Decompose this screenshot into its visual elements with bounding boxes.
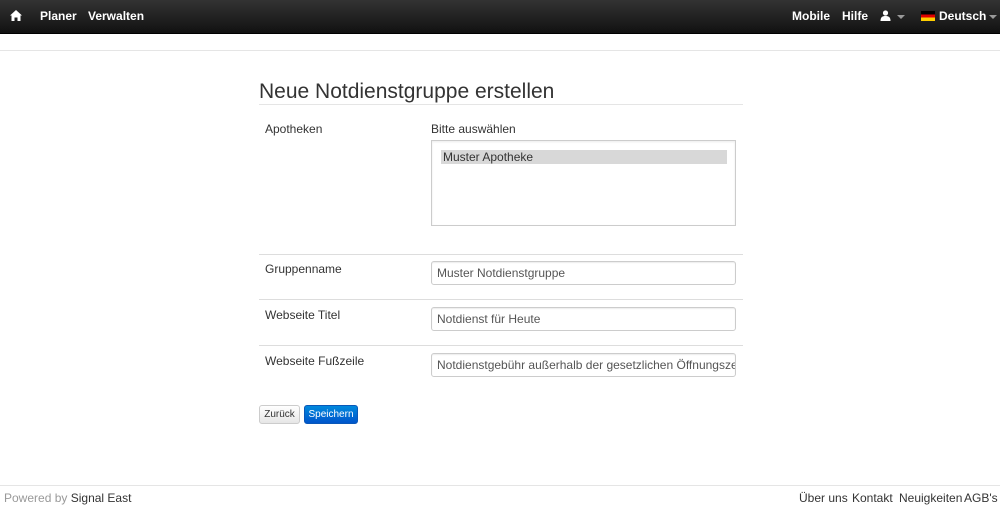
powered-by: Powered by Signal East bbox=[4, 491, 131, 505]
footer-link-contact[interactable]: Kontakt bbox=[852, 491, 893, 505]
header-divider bbox=[0, 50, 1000, 51]
page-title: Neue Notdienstgruppe erstellen bbox=[259, 80, 555, 103]
user-icon bbox=[880, 9, 894, 23]
powered-by-prefix: Powered by bbox=[4, 491, 68, 505]
chevron-down-icon bbox=[989, 14, 998, 19]
nav-hilfe[interactable]: Hilfe bbox=[842, 0, 868, 34]
footer-divider bbox=[0, 485, 1000, 486]
row-divider bbox=[259, 299, 743, 300]
top-navbar: Planer Verwalten Mobile Hilfe Deutsch bbox=[0, 0, 1000, 34]
site-footer-label: Webseite Fußzeile bbox=[265, 354, 365, 368]
chevron-down-icon bbox=[897, 14, 906, 19]
group-name-input[interactable]: Muster Notdienstgruppe bbox=[431, 261, 736, 285]
language-menu[interactable]: Deutsch bbox=[921, 0, 998, 34]
back-button[interactable]: Zurück bbox=[259, 405, 300, 424]
footer-link-news[interactable]: Neuigkeiten bbox=[899, 491, 962, 505]
pharmacies-hint: Bitte auswählen bbox=[431, 122, 516, 136]
site-title-input[interactable]: Notdienst für Heute bbox=[431, 307, 736, 331]
row-divider bbox=[259, 345, 743, 346]
list-option-muster-apotheke[interactable]: Muster Apotheke bbox=[441, 150, 727, 164]
pharmacies-label: Apotheken bbox=[265, 122, 323, 136]
powered-by-brand-link[interactable]: Signal East bbox=[71, 491, 132, 505]
language-label: Deutsch bbox=[939, 9, 987, 23]
footer-link-terms[interactable]: AGB's bbox=[964, 491, 998, 505]
home-icon[interactable] bbox=[10, 0, 28, 34]
german-flag-icon bbox=[921, 10, 935, 21]
nav-planer[interactable]: Planer bbox=[40, 0, 77, 34]
pharmacies-listbox[interactable]: Muster Apotheke bbox=[431, 140, 736, 226]
nav-mobile[interactable]: Mobile bbox=[792, 0, 830, 34]
footer-link-about[interactable]: Über uns bbox=[799, 491, 848, 505]
save-button[interactable]: Speichern bbox=[304, 405, 358, 424]
title-divider bbox=[259, 104, 743, 105]
site-title-label: Webseite Titel bbox=[265, 308, 341, 322]
user-menu[interactable] bbox=[880, 0, 908, 34]
nav-verwalten[interactable]: Verwalten bbox=[88, 0, 144, 34]
site-footer-input[interactable]: Notdienstgebühr außerhalb der gesetzlich… bbox=[431, 353, 736, 377]
group-name-label: Gruppenname bbox=[265, 262, 342, 276]
row-divider bbox=[259, 254, 743, 255]
